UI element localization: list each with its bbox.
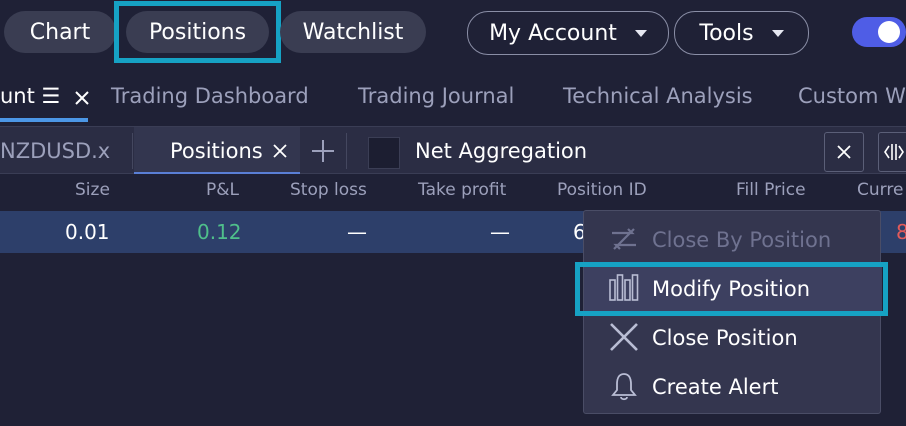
tab-positions-label: Positions <box>170 139 263 163</box>
chevron-down-icon <box>634 29 647 37</box>
close-by-position-icon <box>612 228 636 250</box>
column-header-stop-loss[interactable]: Stop loss <box>290 180 367 200</box>
bell-icon <box>611 373 637 401</box>
chevron-down-icon <box>771 29 784 37</box>
workspace-tabs: unt ☰ Trading Dashboard Trading Journal … <box>0 66 906 124</box>
active-tab-indicator <box>0 118 88 122</box>
menu-label: Close Position <box>652 325 798 350</box>
close-icon <box>610 323 638 351</box>
menu-label: Close By Position <box>652 227 832 252</box>
cell-size: 0.01 <box>65 220 110 244</box>
tools-dropdown[interactable]: Tools <box>674 11 809 55</box>
tab-technical-analysis[interactable]: Technical Analysis <box>563 84 753 108</box>
column-header-fill-price[interactable]: Fill Price <box>736 180 806 200</box>
divider <box>346 133 347 169</box>
column-header-current[interactable]: Curre <box>857 180 903 200</box>
close-panel-button[interactable] <box>824 132 864 172</box>
modify-position-highlight <box>575 262 888 316</box>
expand-panel-button[interactable] <box>878 132 906 172</box>
tab-trading-dashboard[interactable]: Trading Dashboard <box>111 84 309 108</box>
cell-current-price: 8 <box>896 220 906 244</box>
tab-account[interactable]: unt ☰ <box>0 84 60 108</box>
my-account-label: My Account <box>489 20 617 46</box>
tab-nzdusd[interactable]: NZDUSD.x <box>0 127 110 175</box>
tab-custom[interactable]: Custom W <box>798 84 906 108</box>
my-account-dropdown[interactable]: My Account <box>467 11 669 55</box>
split-arrows-icon <box>884 144 904 160</box>
net-aggregation-label: Net Aggregation <box>415 139 588 163</box>
chart-tab[interactable]: Chart <box>4 11 116 53</box>
positions-tab-highlight <box>114 1 281 63</box>
column-header-size[interactable]: Size <box>75 180 110 200</box>
net-aggregation-checkbox[interactable] <box>368 137 400 169</box>
tab-trading-journal[interactable]: Trading Journal <box>358 84 514 108</box>
close-icon[interactable] <box>74 90 90 106</box>
watchlist-tab[interactable]: Watchlist <box>280 11 426 53</box>
table-header: Size P&L Stop loss Take profit Position … <box>0 174 906 210</box>
tab-positions-panel[interactable]: Positions <box>134 127 300 175</box>
column-header-pnl[interactable]: P&L <box>206 180 239 200</box>
tools-label: Tools <box>699 20 754 46</box>
divider <box>132 133 133 169</box>
column-header-position-id[interactable]: Position ID <box>557 180 647 200</box>
menu-item-close-by-position: Close By Position <box>584 215 882 264</box>
menu-item-create-alert[interactable]: Create Alert <box>584 362 882 411</box>
column-header-take-profit[interactable]: Take profit <box>418 180 506 200</box>
menu-item-close-position[interactable]: Close Position <box>584 313 882 362</box>
toggle-knob <box>878 21 900 43</box>
close-icon <box>837 145 851 159</box>
top-nav: Chart Positions Watchlist My Account Too… <box>0 0 906 66</box>
close-icon[interactable] <box>273 144 287 158</box>
add-tab-icon[interactable] <box>311 139 335 163</box>
menu-label: Create Alert <box>652 374 779 399</box>
panel-tabs: NZDUSD.x Positions Net Aggregation <box>0 126 906 175</box>
cell-take-profit: — <box>490 220 510 244</box>
cell-stop-loss: — <box>347 220 367 244</box>
cell-pnl: 0.12 <box>197 220 242 244</box>
theme-toggle[interactable] <box>852 17 906 47</box>
